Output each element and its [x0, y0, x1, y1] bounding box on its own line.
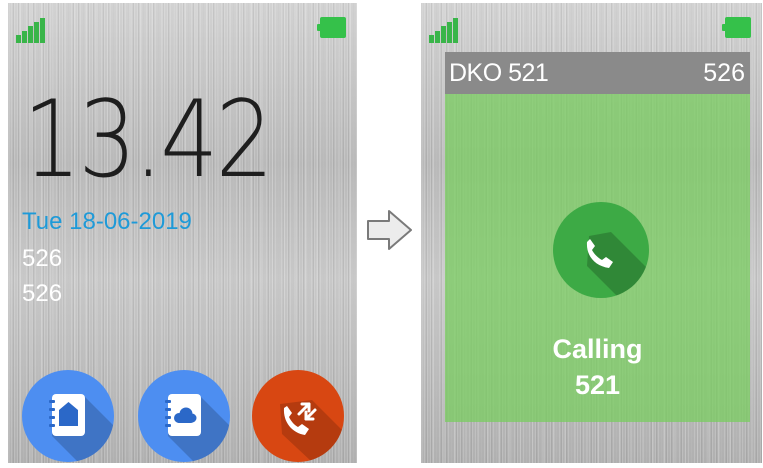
- signal-icon: [429, 17, 461, 43]
- date-label: Tue 18-06-2019: [22, 208, 192, 235]
- own-extension-label: 526: [703, 59, 745, 87]
- idle-screen: 13.42 Tue 18-06-2019 526 526: [8, 3, 357, 463]
- call-log-button[interactable]: [252, 370, 344, 462]
- battery-icon: [317, 17, 346, 38]
- clock-time: 13.42: [23, 78, 274, 201]
- right-arrow-icon: [367, 210, 412, 250]
- battery-icon: [722, 17, 751, 38]
- phone-icon: [586, 232, 649, 298]
- calling-screen: DKO 521 526 Calling 521: [421, 3, 762, 463]
- home-contacts-icon: [49, 394, 114, 462]
- home-contacts-button[interactable]: [22, 370, 114, 462]
- extension-line-2: 526: [22, 280, 63, 307]
- call-header-bar: DKO 521 526: [445, 52, 750, 94]
- called-number: 521: [574, 370, 621, 400]
- cloud-contacts-button[interactable]: [138, 370, 230, 462]
- call-log-icon: [280, 400, 344, 462]
- call-button[interactable]: [553, 202, 649, 298]
- cloud-contacts-icon: [165, 394, 230, 462]
- signal-icon: [16, 17, 48, 43]
- call-panel: Calling 521: [445, 94, 750, 422]
- caller-device-label: DKO 521: [449, 59, 549, 87]
- extension-line-1: 526: [22, 245, 63, 272]
- call-status-text: Calling: [552, 334, 643, 364]
